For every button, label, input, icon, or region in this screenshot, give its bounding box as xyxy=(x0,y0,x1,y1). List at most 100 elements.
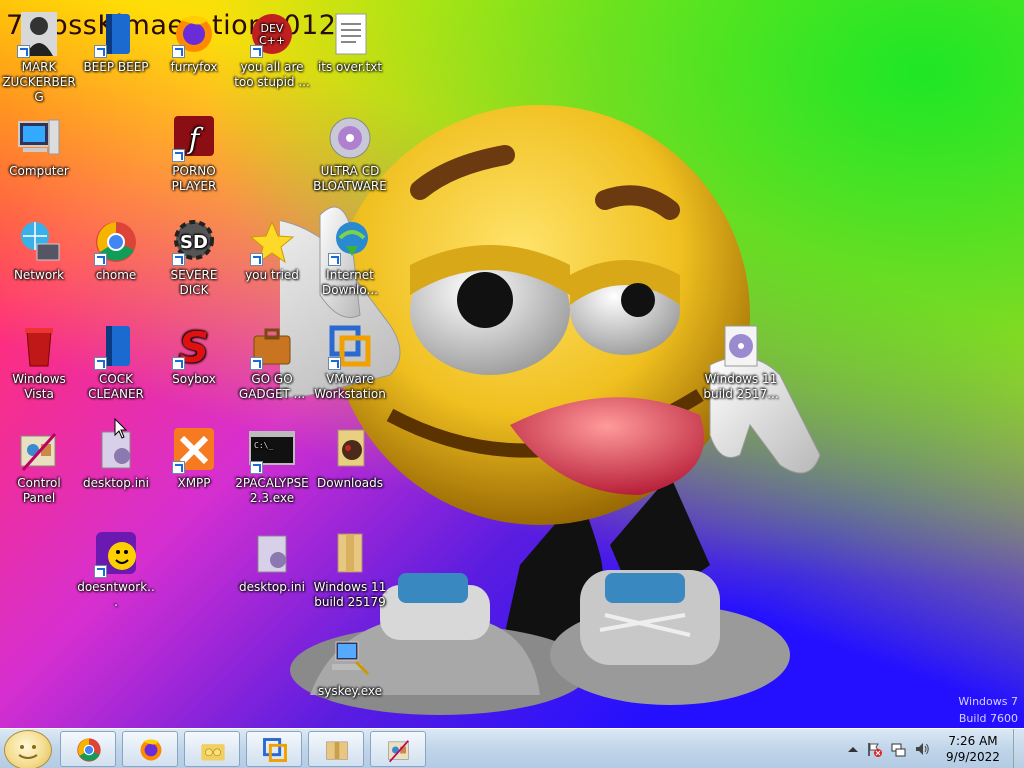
desktop-icon-label: you all are too stupid ... xyxy=(234,60,310,89)
control-panel-icon xyxy=(15,426,63,474)
chrome-icon xyxy=(77,738,101,762)
star-icon xyxy=(248,218,296,266)
desktop-icon-cock-cleaner[interactable]: COCK CLEANER xyxy=(77,322,155,402)
desktop-icon-label: Network xyxy=(13,268,65,282)
desktop-icon-furryfox[interactable]: furryfox xyxy=(155,10,233,75)
desktop-icon-label: Windows Vista xyxy=(12,372,66,401)
firefox-icon xyxy=(170,10,218,58)
desktop-icon-windows-11-iso[interactable]: Windows 11 build 2517... xyxy=(702,322,780,402)
desktop-icon-xmpp[interactable]: XMPP xyxy=(155,426,233,491)
desktop-icon-windows-vista[interactable]: Windows Vista xyxy=(0,322,78,402)
start-button[interactable] xyxy=(4,730,52,768)
desktop-icon-label: Computer xyxy=(9,164,69,178)
desktop-icon-label: syskey.exe xyxy=(317,684,382,698)
archive-folder-icon xyxy=(326,741,348,760)
shortcut-arrow-icon xyxy=(250,253,263,266)
desktop-icon-computer[interactable]: Computer xyxy=(0,114,78,179)
vmware-icon xyxy=(263,738,287,762)
desktop-icon-beep-beep[interactable]: BEEP BEEP xyxy=(77,10,155,75)
desktop-icon-vmware-workstation[interactable]: VMware Workstation xyxy=(311,322,389,402)
desktop-icon-you-tried[interactable]: you tried xyxy=(233,218,311,283)
blue-book-icon xyxy=(92,10,140,58)
taskbar-users-folder-button[interactable] xyxy=(184,731,240,767)
taskbar-control-panel-button[interactable] xyxy=(370,731,426,767)
blue-book-icon xyxy=(92,322,140,370)
desktop-icon-label: XMPP xyxy=(177,476,211,490)
xampp-icon xyxy=(170,426,218,474)
show-hidden-icons-chevron-icon[interactable] xyxy=(845,741,861,757)
ini-file-icon xyxy=(248,530,296,578)
computer-icon xyxy=(15,114,63,162)
desktop-icon-windows-11-folder[interactable]: Windows 11 build 25179 xyxy=(311,530,389,610)
shortcut-arrow-icon xyxy=(250,461,263,474)
shortcut-arrow-icon xyxy=(172,253,185,266)
shortcut-arrow-icon xyxy=(172,45,185,58)
desktop-icon-label: doesntwork... xyxy=(77,580,155,609)
watermark-line-1: Windows 7 xyxy=(958,695,1018,708)
desktop-icon-ultra-cd-bloatware[interactable]: ULTRA CD BLOATWARE xyxy=(311,114,389,194)
desktop-icon-label: PORNO PLAYER xyxy=(171,164,217,193)
desktop-icon-chome[interactable]: chome xyxy=(77,218,155,283)
devcpp-icon: DEV C++ xyxy=(248,10,296,58)
sd-gear-icon: SD xyxy=(170,218,218,266)
briefcase-icon xyxy=(248,322,296,370)
clock-time: 7:26 AM xyxy=(948,734,998,748)
action-center-flag-icon[interactable] xyxy=(866,741,882,757)
desktop-icon-label: Internet Downlo... xyxy=(322,268,378,297)
taskbar-vmware-button[interactable] xyxy=(246,731,302,767)
shortcut-arrow-icon xyxy=(17,45,30,58)
desktop-icon-internet-download[interactable]: Internet Downlo... xyxy=(311,218,389,298)
taskbar-chrome-button[interactable] xyxy=(60,731,116,767)
system-clock[interactable]: 7:26 AM 9/9/2022 xyxy=(933,733,1013,765)
show-desktop-button[interactable] xyxy=(1013,729,1024,768)
downloads-folder-icon xyxy=(326,426,374,474)
desktop-icon-soybox[interactable]: S Soybox xyxy=(155,322,233,387)
desktop-icon-go-go-gadget[interactable]: GO GO GADGET ... xyxy=(233,322,311,402)
desktop-icon-label: Windows 11 build 25179 xyxy=(313,580,387,609)
desktop-icon-label: desktop.ini xyxy=(239,580,305,594)
taskbar: 7:26 AM 9/9/2022 xyxy=(0,728,1024,768)
soybox-icon: S xyxy=(170,322,218,372)
shortcut-arrow-icon xyxy=(328,253,341,266)
mouse-cursor-icon xyxy=(114,418,128,439)
taskbar-archive-folder-button[interactable] xyxy=(308,731,364,767)
desktop-icon-porno-player[interactable]: f PORNO PLAYER xyxy=(155,114,233,194)
desktop-icon-label: furryfox xyxy=(170,60,218,74)
shortcut-arrow-icon xyxy=(94,253,107,266)
person-photo-icon xyxy=(15,10,63,58)
shortcut-arrow-icon xyxy=(94,565,107,578)
desktop[interactable]: 7…ossKimae…tion2012 MARK ZUCKERBERG BEEP… xyxy=(0,0,1024,728)
desktop-icon-severe-dick[interactable]: SD SEVERE DICK xyxy=(155,218,233,298)
desktop-icon-label: Control Panel xyxy=(17,476,61,505)
network-status-icon[interactable] xyxy=(890,741,906,757)
clock-date: 9/9/2022 xyxy=(946,750,1000,764)
volume-icon[interactable] xyxy=(914,741,930,757)
desktop-icon-syskey[interactable]: syskey.exe xyxy=(311,634,389,699)
taskbar-firefox-button[interactable] xyxy=(122,731,178,767)
text-file-icon xyxy=(326,10,374,58)
svg-text:SD: SD xyxy=(180,232,208,253)
desktop-icon-2pacalypse[interactable]: C:\_ 2PACALYPSE 2.3.exe xyxy=(233,426,311,506)
desktop-icon-label: VMware Workstation xyxy=(314,372,386,401)
internet-download-icon xyxy=(326,218,374,266)
desktop-icon-doesntwork[interactable]: doesntwork... xyxy=(77,530,155,610)
shortcut-arrow-icon xyxy=(250,357,263,370)
recycle-bin-icon xyxy=(15,322,63,370)
control-panel-icon xyxy=(388,740,409,763)
desktop-icon-downloads[interactable]: Downloads xyxy=(311,426,389,491)
network-globe-icon xyxy=(15,218,63,266)
windows-watermark: Windows 7 Build 7600 xyxy=(958,693,1018,727)
folder-icon xyxy=(326,530,374,578)
desktop-icon-label: desktop.ini xyxy=(83,476,149,490)
svg-text:C:\_: C:\_ xyxy=(254,441,273,450)
watermark-line-2: Build 7600 xyxy=(958,712,1018,725)
desktop-icon-its-over-txt[interactable]: its over.txt xyxy=(311,10,389,75)
desktop-icon-control-panel[interactable]: Control Panel xyxy=(0,426,78,506)
desktop-icon-label: SEVERE DICK xyxy=(170,268,218,297)
desktop-icon-label: 2PACALYPSE 2.3.exe xyxy=(235,476,309,505)
desktop-icon-network[interactable]: Network xyxy=(0,218,78,283)
desktop-icon-mark-zuckerberg[interactable]: MARK ZUCKERBERG xyxy=(0,10,78,105)
shortcut-arrow-icon xyxy=(172,149,185,162)
desktop-icon-devcpp[interactable]: DEV C++ you all are too stupid ... xyxy=(233,10,311,90)
desktop-icon-desktop-ini-2[interactable]: desktop.ini xyxy=(233,530,311,595)
